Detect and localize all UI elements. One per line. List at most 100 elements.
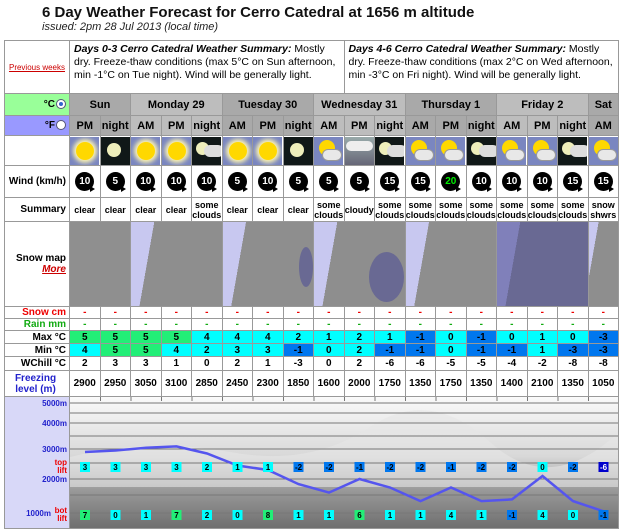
condition-cell: some clouds xyxy=(557,197,589,222)
period-header: AM xyxy=(221,115,253,136)
bot-lift-temp: 0 xyxy=(113,511,118,520)
period-header: AM xyxy=(496,115,528,136)
period-header: PM xyxy=(435,115,467,136)
period-row: °F PM night AM PM night AM PM night AM PM night AM P… xyxy=(4,115,620,136)
max-temp-cell: 0 xyxy=(557,330,589,344)
sun-cloud-icon xyxy=(497,136,527,165)
y-label: 3000m xyxy=(42,445,67,454)
top-lift-temp: -6 xyxy=(600,463,608,472)
fahrenheit-label: °F xyxy=(44,120,55,131)
condition-cell: clear xyxy=(130,197,162,222)
snow-blob xyxy=(299,247,313,287)
freezing-label-2: level (m) xyxy=(15,383,56,395)
snow-map-cell[interactable] xyxy=(313,221,406,307)
snow-map-cell[interactable] xyxy=(221,221,314,307)
snow-label: Snow cm xyxy=(4,306,70,319)
fahrenheit-toggle[interactable]: °F xyxy=(4,115,70,136)
more-link[interactable]: More xyxy=(6,264,66,275)
rain-cell: - xyxy=(587,318,620,331)
day-header: Sat xyxy=(587,93,620,116)
rain-cell: - xyxy=(435,318,467,331)
moon-cloud-icon xyxy=(375,136,405,165)
max-temp-cell: 4 xyxy=(221,330,253,344)
max-temp-cell: 5 xyxy=(130,330,162,344)
snow-map-image[interactable] xyxy=(314,222,405,306)
weather-icon-cell xyxy=(587,135,620,166)
top-lift-temp: -2 xyxy=(569,463,577,472)
rain-cell: - xyxy=(374,318,406,331)
top-lift-temp: 3 xyxy=(174,463,179,472)
snow-map-image[interactable] xyxy=(131,222,222,306)
bot-lift-2: lift xyxy=(57,514,67,523)
freezing-level-cell: 3100 xyxy=(160,370,192,397)
wind-cell: 5 xyxy=(313,165,345,198)
min-temp-cell: -1 xyxy=(374,343,406,357)
snow-map-cell[interactable] xyxy=(496,221,589,307)
previous-weeks-link[interactable]: Previous weeks xyxy=(9,63,65,72)
y-label: 5000m xyxy=(42,399,67,408)
snow-map-image[interactable] xyxy=(70,222,130,306)
period-header: PM xyxy=(343,115,376,136)
rain-cell: - xyxy=(221,318,253,331)
weather-icon-cell xyxy=(221,135,253,166)
min-temp-cell: 5 xyxy=(130,343,162,357)
celsius-radio[interactable] xyxy=(56,99,66,110)
snow-blob xyxy=(497,222,588,306)
wind-speed-icon: 10 xyxy=(471,172,492,192)
min-temp-cell: -1 xyxy=(465,343,498,357)
rain-cell: - xyxy=(99,318,131,331)
wind-chill-cell: 2 xyxy=(343,356,376,371)
max-temp-cell: 5 xyxy=(99,330,131,344)
weather-icon-row xyxy=(4,135,620,166)
sun-icon xyxy=(131,136,161,165)
snow-map-image[interactable] xyxy=(222,222,313,306)
snow-map-cell[interactable] xyxy=(69,221,131,307)
wind-chill-cell: 3 xyxy=(130,356,162,371)
period-header: night xyxy=(374,115,406,136)
summary-days-4-6: Days 4-6 Cerro Catedral Weather Summary:… xyxy=(343,40,620,94)
wind-chill-cell: -8 xyxy=(587,356,620,371)
day-header: Friday 2 xyxy=(496,93,589,116)
top-lift-temp: -2 xyxy=(295,463,303,472)
snow-map-cell[interactable] xyxy=(404,221,498,307)
period-header: AM xyxy=(313,115,345,136)
sun-icon xyxy=(70,136,100,165)
summary-heading: Days 4-6 Cerro Catedral Weather Summary: xyxy=(348,43,567,55)
period-header: night xyxy=(557,115,589,136)
page-title: 6 Day Weather Forecast for Cerro Catedra… xyxy=(42,4,475,21)
bot-lift-temp: 2 xyxy=(205,511,210,520)
day-header: Thursday 1 xyxy=(404,93,498,116)
day-header: Tuesday 30 xyxy=(221,93,314,116)
freezing-level-cell: 2000 xyxy=(343,370,376,397)
max-temp-cell: -1 xyxy=(404,330,437,344)
y-label: 1000m xyxy=(26,509,51,518)
snow-map-image[interactable] xyxy=(589,222,618,306)
celsius-toggle[interactable]: °C xyxy=(4,93,70,116)
empty-label xyxy=(4,135,70,166)
snow-map-cell[interactable] xyxy=(130,221,223,307)
sun-icon xyxy=(222,136,252,165)
condition-cell: some clouds xyxy=(465,197,498,222)
altitude-chart-row: 5000m 4000m 3000m top lift 2000m 1000m bo… xyxy=(4,396,620,529)
wind-chill-cell: 2 xyxy=(221,356,253,371)
summary-days-0-3: Days 0-3 Cerro Catedral Weather Summary:… xyxy=(69,40,345,94)
top-lift-temp: 1 xyxy=(235,463,240,472)
min-temp-cell: 5 xyxy=(99,343,131,357)
snow-map-image[interactable] xyxy=(406,222,496,306)
snow-cell: - xyxy=(282,306,314,319)
previous-weeks-cell: Previous weeks xyxy=(4,40,70,94)
max-temp-cell: 0 xyxy=(496,330,528,344)
sun-cloud-icon xyxy=(314,136,344,165)
snow-map-cell[interactable] xyxy=(587,221,620,307)
bot-lift-temp: 4 xyxy=(449,511,454,520)
fahrenheit-radio[interactable] xyxy=(56,120,66,131)
weather-icon-cell xyxy=(557,135,589,166)
freezing-level-cell: 1350 xyxy=(465,370,498,397)
bot-lift-temp: 1 xyxy=(144,511,149,520)
freezing-level-cell: 3050 xyxy=(130,370,162,397)
wind-cell: 15 xyxy=(587,165,620,198)
snow-cell: - xyxy=(557,306,589,319)
snow-map-image[interactable] xyxy=(497,222,588,306)
freezing-level-cell: 2900 xyxy=(69,370,101,397)
bot-lift-temp: 1 xyxy=(388,511,393,520)
